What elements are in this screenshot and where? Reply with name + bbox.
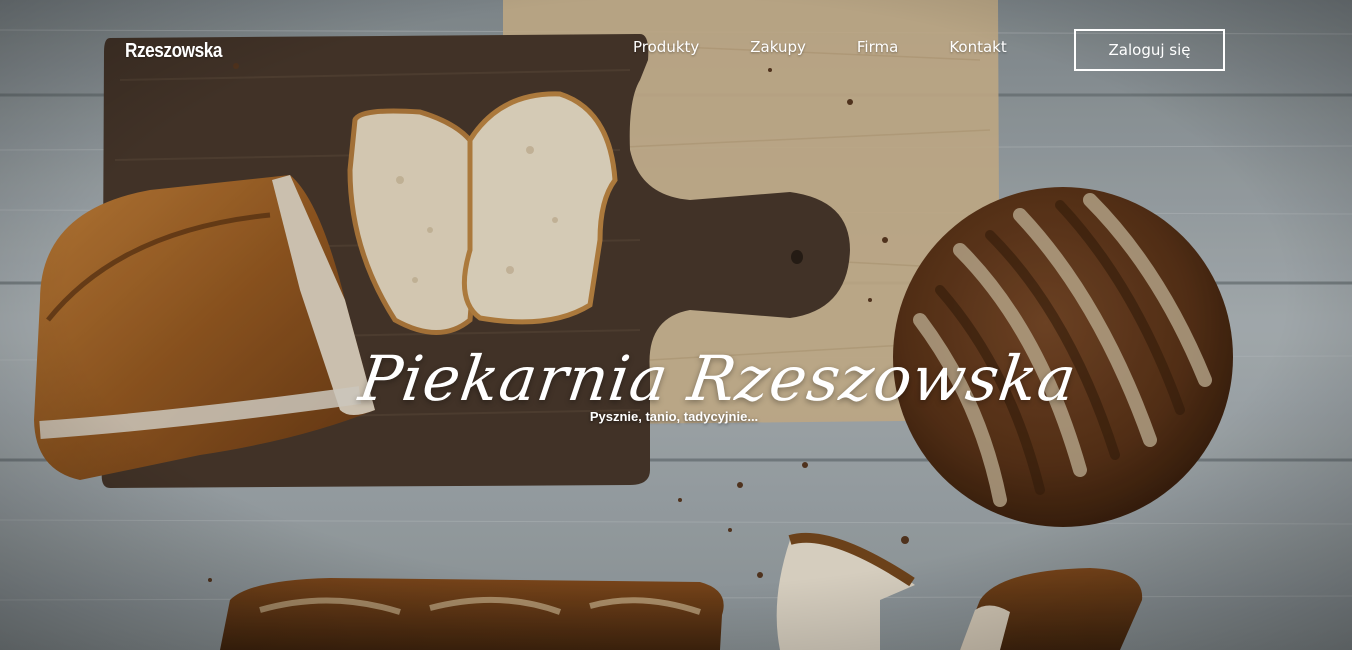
brand-logo[interactable]: Rzeszowska (125, 40, 222, 63)
hero-section: Rzeszowska Produkty Zakupy Firma Kontakt… (0, 0, 1352, 650)
hero-title: Piekarnia Rzeszowska (354, 341, 1082, 415)
nav-item-produkty[interactable]: Produkty (633, 38, 699, 56)
nav-item-kontakt[interactable]: Kontakt (949, 38, 1006, 56)
main-nav: Produkty Zakupy Firma Kontakt (633, 38, 1058, 56)
login-button-label: Zaloguj się (1108, 41, 1191, 59)
hero-subtitle: Pysznie, tanio, tadycyjnie... (589, 409, 759, 424)
nav-item-zakupy[interactable]: Zakupy (750, 38, 806, 56)
hero-background-image (0, 0, 1352, 650)
login-button[interactable]: Zaloguj się (1074, 29, 1225, 71)
nav-item-firma[interactable]: Firma (857, 38, 898, 56)
